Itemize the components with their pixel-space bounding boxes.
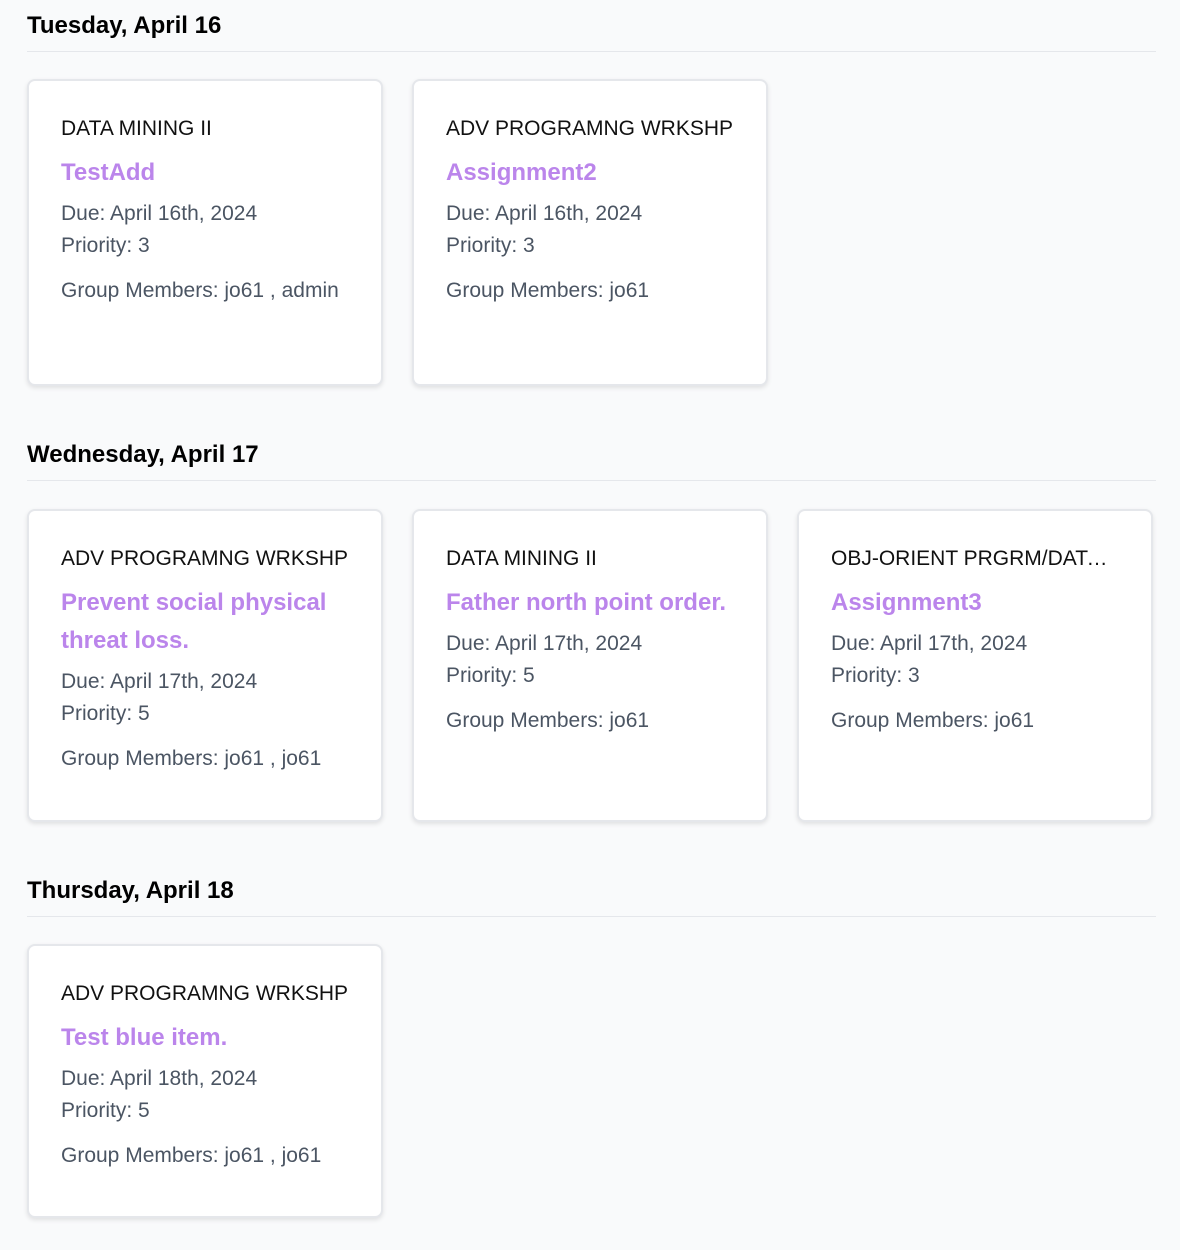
card-due-date: Due: April 16th, 2024: [61, 202, 258, 225]
card-title-link[interactable]: Father north point order.: [446, 584, 734, 622]
assignment-card[interactable]: ADV PROGRAMNG WRKSHP Prevent social phys…: [27, 509, 383, 822]
card-due-date: Due: April 17th, 2024: [446, 632, 643, 655]
card-priority: Priority: 3: [446, 234, 535, 257]
card-priority: Priority: 5: [446, 664, 535, 687]
card-course: DATA MINING II: [61, 117, 212, 140]
card-group-members: Group Members: jo61: [446, 279, 650, 302]
assignment-card[interactable]: ADV PROGRAMNG WRKSHP Test blue item. Due…: [27, 944, 383, 1218]
assignment-card[interactable]: ADV PROGRAMNG WRKSHP Assignment2 Due: Ap…: [412, 79, 768, 386]
card-priority: Priority: 5: [61, 702, 150, 725]
card-course: DATA MINING II: [446, 547, 597, 570]
day-heading: Thursday, April 18: [27, 877, 234, 904]
card-course: OBJ-ORIENT PRGRM/DATA STRUCT: [831, 547, 1119, 570]
card-title-link[interactable]: Prevent social physical threat loss.: [61, 584, 349, 660]
card-group-members: Group Members: jo61 , jo61: [61, 1144, 322, 1167]
card-priority: Priority: 3: [61, 234, 150, 257]
card-group-members: Group Members: jo61 , admin: [61, 279, 339, 302]
day-divider: [27, 51, 1156, 52]
card-title-link[interactable]: TestAdd: [61, 154, 349, 192]
card-priority: Priority: 3: [831, 664, 920, 687]
card-due-date: Due: April 17th, 2024: [831, 632, 1028, 655]
card-group-members: Group Members: jo61: [446, 709, 650, 732]
card-due-date: Due: April 17th, 2024: [61, 670, 258, 693]
card-title-link[interactable]: Test blue item.: [61, 1019, 349, 1057]
assignment-card[interactable]: DATA MINING II Father north point order.…: [412, 509, 768, 822]
card-group-members: Group Members: jo61: [831, 709, 1035, 732]
card-due-date: Due: April 18th, 2024: [61, 1067, 258, 1090]
assignment-day-list: Tuesday, April 16 DATA MINING II TestAdd…: [0, 0, 1180, 1250]
card-title-link[interactable]: Assignment2: [446, 154, 734, 192]
card-priority: Priority: 5: [61, 1099, 150, 1122]
day-divider: [27, 916, 1156, 917]
assignment-card[interactable]: DATA MINING II TestAdd Due: April 16th, …: [27, 79, 383, 386]
card-course: ADV PROGRAMNG WRKSHP: [446, 117, 734, 140]
card-course: ADV PROGRAMNG WRKSHP: [61, 547, 349, 570]
card-title-link[interactable]: Assignment3: [831, 584, 1119, 622]
card-group-members: Group Members: jo61 , jo61: [61, 747, 322, 770]
day-heading: Tuesday, April 16: [27, 12, 222, 39]
day-heading: Wednesday, April 17: [27, 441, 259, 468]
day-divider: [27, 480, 1156, 481]
assignment-card[interactable]: OBJ-ORIENT PRGRM/DATA STRUCT Assignment3…: [797, 509, 1153, 822]
card-course: ADV PROGRAMNG WRKSHP: [61, 982, 349, 1005]
card-due-date: Due: April 16th, 2024: [446, 202, 643, 225]
